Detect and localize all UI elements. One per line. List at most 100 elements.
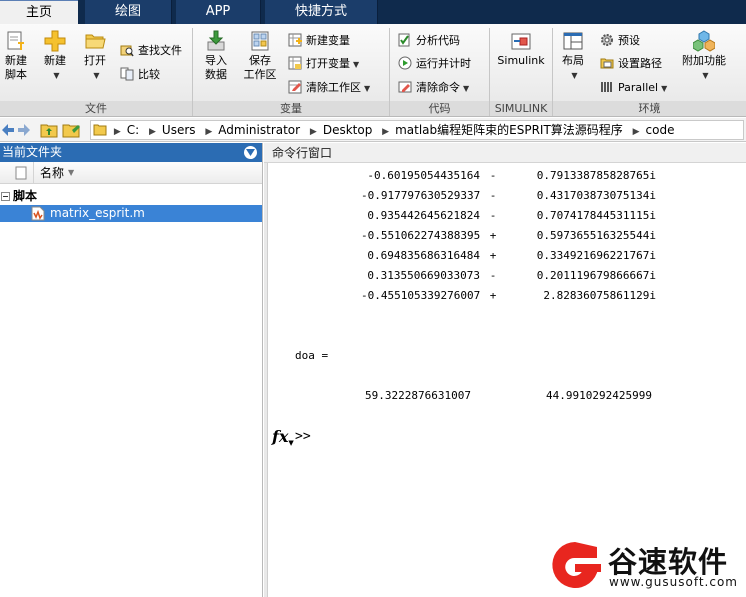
save-workspace-label: 保存 工作区 bbox=[243, 54, 277, 81]
open-variable-button[interactable]: 打开变量 ▼ bbox=[288, 55, 359, 73]
run-and-time-label: 运行并计时 bbox=[416, 57, 471, 70]
chevron-right-icon: ▶ bbox=[382, 127, 390, 137]
set-path-icon bbox=[600, 58, 614, 69]
set-path-label: 设置路径 bbox=[618, 57, 662, 70]
breadcrumb-item-desktop[interactable]: Desktop bbox=[320, 121, 376, 139]
clear-workspace-icon bbox=[288, 80, 302, 94]
new-variable-icon bbox=[288, 33, 302, 47]
clear-commands-button[interactable]: 清除命令 ▼ bbox=[398, 79, 469, 97]
new-button[interactable]: 新建 ▼ bbox=[40, 30, 70, 83]
breadcrumb-item-code[interactable]: code bbox=[643, 121, 678, 139]
output-imag: 2.82836075861129i bbox=[543, 289, 656, 302]
chevron-down-icon: ▼ bbox=[702, 71, 709, 80]
chevron-down-icon: ▼ bbox=[93, 71, 100, 80]
chevron-down-icon: ▼ bbox=[353, 60, 360, 69]
parallel-label: Parallel bbox=[618, 81, 659, 94]
output-imag: 0.431703873075134i bbox=[536, 189, 656, 202]
breadcrumb[interactable]: ▶ C: ▶ Users ▶ Administrator ▶ Desktop ▶ matl… bbox=[90, 120, 744, 140]
panel-menu-button[interactable] bbox=[244, 146, 257, 159]
open-variable-label: 打开变量 bbox=[306, 57, 350, 70]
breadcrumb-item-project[interactable]: matlab编程矩阵束的ESPRIT算法源码程序 bbox=[392, 121, 626, 139]
file-name: matrix_esprit.m bbox=[50, 206, 145, 220]
doa-value: 44.9910292425999 bbox=[546, 389, 652, 402]
import-data-label: 导入 数据 bbox=[205, 54, 227, 81]
open-variable-icon bbox=[288, 56, 302, 70]
tab-apps[interactable]: APP bbox=[176, 0, 261, 24]
chevron-down-icon bbox=[246, 149, 255, 156]
import-data-button[interactable]: 导入 数据 bbox=[199, 30, 233, 82]
output-real: -0.551062274388395 bbox=[361, 229, 481, 242]
browse-folder-icon[interactable] bbox=[62, 122, 82, 138]
clear-commands-icon bbox=[398, 81, 412, 93]
output-real: -0.455105339276007 bbox=[361, 289, 481, 302]
back-arrow-icon[interactable] bbox=[1, 122, 15, 138]
chevron-right-icon: ▶ bbox=[632, 127, 640, 137]
layout-button[interactable]: 布局 ▼ bbox=[558, 30, 588, 83]
find-files-label: 查找文件 bbox=[138, 44, 182, 57]
command-prompt[interactable]: >> bbox=[295, 429, 311, 444]
addons-button[interactable]: 附加功能 ▼ bbox=[680, 30, 728, 83]
find-files-button[interactable]: 查找文件 bbox=[120, 42, 182, 60]
group-label-environment: 环境 bbox=[553, 101, 746, 116]
output-row: -0.551062274388395 +0.597365516325544i bbox=[361, 226, 656, 246]
tree-group-scripts[interactable]: 脚本 bbox=[0, 188, 262, 205]
tree-group-label: 脚本 bbox=[13, 189, 38, 203]
address-bar: ▶ C: ▶ Users ▶ Administrator ▶ Desktop ▶ matl… bbox=[0, 118, 746, 142]
column-name-header[interactable]: 名称 bbox=[40, 162, 64, 184]
output-imag: 0.791338785828765i bbox=[536, 169, 656, 182]
breadcrumb-item-users[interactable]: Users bbox=[159, 121, 199, 139]
save-workspace-button[interactable]: 保存 工作区 bbox=[240, 30, 280, 82]
tab-home[interactable]: 主页 bbox=[0, 0, 78, 24]
preferences-button[interactable]: 预设 bbox=[600, 32, 640, 50]
new-variable-button[interactable]: 新建变量 bbox=[288, 32, 350, 50]
output-real: 0.935442645621824 bbox=[367, 209, 480, 222]
new-variable-label: 新建变量 bbox=[306, 34, 350, 47]
output-sign: + bbox=[489, 249, 497, 262]
command-window[interactable]: 命令行窗口 -0.60195054435164-0.79133878582876… bbox=[264, 143, 746, 597]
tab-plots[interactable]: 绘图 bbox=[85, 0, 172, 24]
chevron-right-icon: ▶ bbox=[149, 127, 156, 137]
output-sign: + bbox=[489, 229, 497, 242]
up-folder-icon[interactable] bbox=[40, 122, 58, 138]
simulink-button[interactable]: Simulink bbox=[494, 30, 548, 68]
chevron-down-icon: ▼ bbox=[571, 71, 578, 80]
tree-item-matrix-esprit[interactable]: matrix_esprit.m bbox=[0, 205, 262, 222]
ribbon-toolstrip: 新建 脚本 新建 ▼ 打开 ▼ 查找文件 比较 文件 导入 数据 保存 工作区 新建… bbox=[0, 24, 746, 117]
folder-icon bbox=[93, 124, 107, 136]
run-and-time-button[interactable]: 运行并计时 bbox=[398, 55, 471, 73]
watermark-logo bbox=[552, 542, 601, 588]
simulink-icon bbox=[511, 33, 531, 50]
breadcrumb-item-drive[interactable]: C: bbox=[124, 121, 142, 139]
run-and-time-icon bbox=[398, 56, 412, 70]
new-script-button[interactable]: 新建 脚本 bbox=[2, 30, 30, 82]
analyze-code-label: 分析代码 bbox=[416, 34, 460, 47]
compare-button[interactable]: 比较 bbox=[120, 66, 160, 84]
output-sign: - bbox=[489, 209, 497, 222]
analyze-code-button[interactable]: 分析代码 bbox=[398, 32, 460, 50]
output-real: 0.694835686316484 bbox=[367, 249, 480, 262]
breadcrumb-item-administrator[interactable]: Administrator bbox=[215, 121, 303, 139]
set-path-button[interactable]: 设置路径 bbox=[600, 55, 662, 73]
find-files-icon bbox=[120, 45, 134, 57]
compare-label: 比较 bbox=[138, 68, 160, 81]
output-row: 0.313550669033073- 0.201119679866667i bbox=[361, 266, 656, 286]
forward-arrow-icon[interactable] bbox=[17, 122, 31, 138]
function-browser-icon[interactable]: fx▼ bbox=[272, 427, 294, 447]
output-row: -0.60195054435164- 0.791338785828765i bbox=[361, 166, 656, 186]
doa-value: 59.3222876631007 bbox=[365, 389, 471, 402]
chevron-right-icon: ▶ bbox=[309, 127, 317, 137]
chevron-right-icon: ▶ bbox=[205, 127, 213, 137]
group-label-variable: 变量 bbox=[193, 101, 389, 116]
open-button[interactable]: 打开 ▼ bbox=[80, 30, 110, 83]
parallel-button[interactable]: Parallel ▼ bbox=[600, 79, 667, 97]
collapse-icon[interactable] bbox=[1, 192, 10, 201]
clear-workspace-button[interactable]: 清除工作区 ▼ bbox=[288, 79, 370, 97]
tab-shortcuts[interactable]: 快捷方式 bbox=[265, 0, 378, 24]
compare-icon bbox=[120, 67, 134, 81]
chevron-down-icon: ▼ bbox=[288, 438, 294, 447]
watermark-url: www.gususoft.com bbox=[609, 575, 738, 589]
chevron-down-icon: ▼ bbox=[364, 84, 371, 93]
preferences-label: 预设 bbox=[618, 34, 640, 47]
output-imag: 0.707417844531115i bbox=[536, 209, 656, 222]
output-sign: - bbox=[489, 269, 497, 282]
